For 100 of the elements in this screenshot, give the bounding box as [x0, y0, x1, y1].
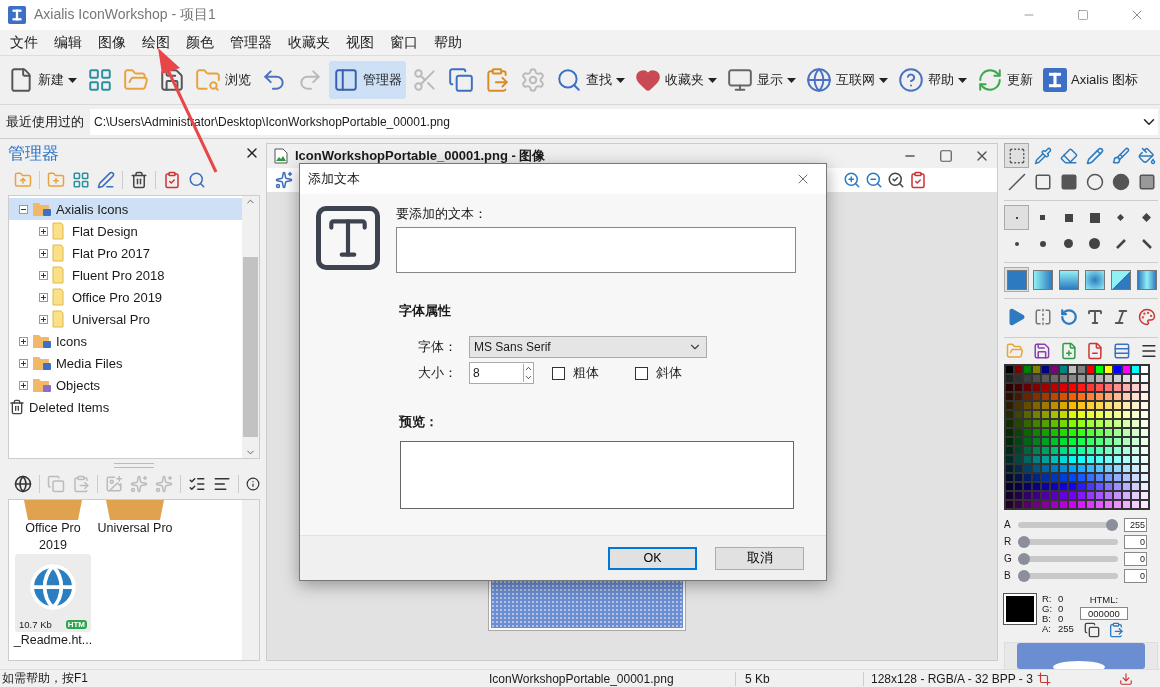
menu-item[interactable]: 管理器 — [222, 33, 280, 52]
spin-up-icon[interactable] — [524, 364, 533, 373]
expand-icon[interactable] — [39, 226, 48, 236]
menu-item[interactable]: 帮助 — [426, 33, 470, 52]
menu-item[interactable]: 绘图 — [134, 33, 178, 52]
tree-item[interactable]: Deleted Items — [9, 396, 242, 418]
value-field[interactable]: 0 — [1124, 568, 1147, 583]
file-name: Universal Pro — [97, 520, 173, 537]
toolbar-button[interactable]: 帮助 — [894, 61, 971, 99]
pencil-icon[interactable] — [97, 171, 115, 189]
fill-button[interactable] — [1056, 267, 1081, 292]
tree-item[interactable]: Media Files — [9, 352, 242, 374]
file-item[interactable]: 10.7 Kb HTM _Readme.ht... — [13, 554, 93, 649]
copy-icon[interactable] — [1083, 622, 1100, 638]
checkbox[interactable]: 斜体 — [635, 364, 682, 382]
globe-download-icon[interactable] — [14, 475, 32, 493]
toolbar-button[interactable]: 新建 — [4, 61, 81, 99]
save-palette-icon[interactable] — [1032, 342, 1051, 360]
html-field[interactable]: 000000 — [1079, 607, 1128, 620]
current-color-swatch[interactable] — [1004, 594, 1036, 624]
dialog-button[interactable]: 取消 — [715, 546, 804, 570]
scrollbar[interactable] — [242, 500, 259, 660]
list-view-icon[interactable] — [188, 475, 206, 493]
toolbar-button[interactable]: 更新 — [973, 61, 1037, 99]
search-icon[interactable] — [188, 171, 206, 189]
expand-icon[interactable] — [19, 336, 28, 346]
remove-color-icon[interactable] — [1086, 342, 1105, 360]
menu-item[interactable]: 图像 — [90, 33, 134, 52]
logo-icon — [1043, 68, 1067, 92]
new-grid-icon[interactable] — [72, 171, 90, 189]
toolbar-button[interactable]: 互联网 — [802, 61, 892, 99]
slider-track[interactable] — [1018, 572, 1118, 579]
menu-item[interactable]: 文件 — [2, 33, 46, 52]
toolbar-button[interactable]: 查找 — [552, 61, 629, 99]
value-field[interactable]: 255 — [1124, 517, 1147, 532]
gradient-icon[interactable] — [1113, 342, 1132, 360]
fill-button[interactable] — [1108, 267, 1133, 292]
value-field[interactable]: 0 — [1124, 534, 1147, 549]
expand-icon[interactable] — [39, 292, 48, 302]
details-icon[interactable] — [213, 475, 231, 493]
collapse-icon[interactable] — [19, 204, 28, 214]
toolbar-button[interactable]: Axialis 图标 — [1039, 61, 1143, 99]
menu-item[interactable]: 视图 — [338, 33, 382, 52]
library-folder-icon — [32, 201, 52, 217]
font-select[interactable]: MS Sans Serif — [469, 336, 707, 358]
slider-thumb[interactable] — [1018, 535, 1030, 548]
checklist-icon[interactable] — [163, 171, 181, 189]
menu-item[interactable]: 收藏夹 — [280, 33, 338, 52]
tree-item[interactable]: Icons — [9, 330, 242, 352]
size-spinner[interactable]: 8 — [469, 362, 534, 384]
toolbar-button[interactable]: 浏览 — [191, 61, 255, 99]
toolbar-button[interactable]: 管理器 — [329, 61, 406, 99]
tree-item[interactable]: Office Pro 2019 — [9, 286, 242, 308]
trash-icon[interactable] — [130, 171, 148, 189]
fill-button[interactable] — [1004, 267, 1029, 292]
file-item[interactable]: Universal Pro — [95, 500, 175, 554]
slider-track[interactable] — [1018, 538, 1118, 545]
slider-thumb[interactable] — [1018, 569, 1030, 582]
zoom-in-icon[interactable] — [843, 171, 861, 189]
add-color-icon[interactable] — [1059, 342, 1078, 360]
document-title: IconWorkshopPortable_00001.png - 图像 — [295, 147, 547, 165]
tree-item[interactable]: Axialis Icons — [9, 198, 242, 220]
toolbar-button[interactable]: 收藏夹 — [631, 61, 721, 99]
tree-item[interactable]: Universal Pro — [9, 308, 242, 330]
checkbox[interactable]: 粗体 — [552, 364, 599, 382]
expand-icon[interactable] — [39, 314, 48, 324]
info-icon[interactable] — [246, 477, 260, 491]
slider-thumb[interactable] — [1106, 518, 1118, 531]
scrollbar[interactable] — [242, 196, 259, 458]
tree-item[interactable]: Flat Design — [9, 220, 242, 242]
fill-button[interactable] — [1134, 267, 1159, 292]
text-input-field[interactable] — [396, 227, 796, 273]
file-item[interactable]: Office Pro 2019 — [13, 500, 93, 554]
paste-icon[interactable] — [1107, 622, 1124, 638]
color-palette[interactable] — [1004, 364, 1150, 510]
menu-item[interactable]: 颜色 — [178, 33, 222, 52]
tree-item[interactable]: Objects — [9, 374, 242, 396]
checklist-icon[interactable] — [909, 171, 927, 189]
slider-track[interactable] — [1018, 555, 1118, 562]
tool-button[interactable] — [1004, 143, 1029, 168]
list-icon[interactable] — [1140, 342, 1158, 360]
menu-item[interactable]: 编辑 — [46, 33, 90, 52]
tree-item[interactable]: Fluent Pro 2018 — [9, 264, 242, 286]
spin-down-icon[interactable] — [524, 373, 533, 382]
expand-icon[interactable] — [39, 248, 48, 258]
expand-icon[interactable] — [19, 380, 28, 390]
zoom-out-icon[interactable] — [865, 171, 883, 189]
zoom-fit-icon[interactable] — [887, 171, 905, 189]
expand-icon[interactable] — [19, 358, 28, 368]
new-image-icon[interactable] — [275, 171, 293, 189]
toolbar-button[interactable]: 显示 — [723, 61, 800, 99]
fill-button[interactable] — [1082, 267, 1107, 292]
menu-item[interactable]: 窗口 — [382, 33, 426, 52]
tree-item[interactable]: Flat Pro 2017 — [9, 242, 242, 264]
value-field[interactable]: 0 — [1124, 551, 1147, 566]
slider-thumb[interactable] — [1018, 552, 1030, 565]
dialog-button[interactable]: OK — [608, 546, 697, 570]
slider-track[interactable] — [1018, 521, 1118, 528]
expand-icon[interactable] — [39, 270, 48, 280]
fill-button[interactable] — [1030, 267, 1055, 292]
